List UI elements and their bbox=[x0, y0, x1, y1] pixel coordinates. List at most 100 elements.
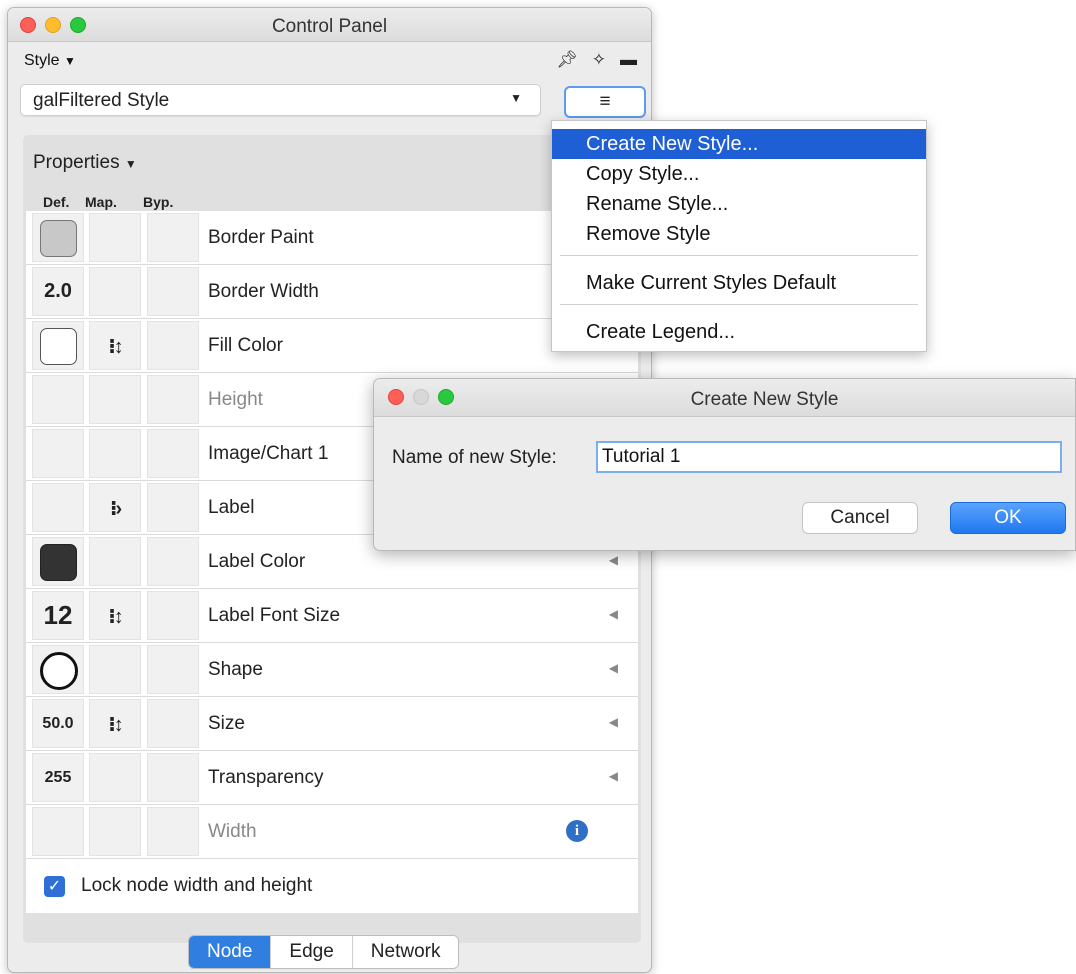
create-new-style-dialog: Create New Style Name of new Style: Canc… bbox=[373, 378, 1076, 551]
menu-item-create-new-style[interactable]: Create New Style... bbox=[552, 129, 926, 159]
pin-icon[interactable]: 📌︎ bbox=[556, 50, 578, 70]
color-swatch bbox=[40, 220, 77, 257]
title-bar[interactable]: Control Panel bbox=[8, 8, 651, 42]
cancel-button[interactable]: Cancel bbox=[802, 502, 918, 534]
property-label: Shape bbox=[208, 659, 263, 680]
minimize-button bbox=[413, 389, 429, 405]
color-swatch bbox=[40, 544, 77, 581]
mapping-cell[interactable]: ⁝↕ bbox=[89, 699, 141, 748]
default-cell[interactable]: 2.0 bbox=[32, 267, 84, 316]
col-def: Def. bbox=[43, 194, 70, 210]
default-cell[interactable] bbox=[32, 645, 84, 694]
default-cell[interactable] bbox=[32, 321, 84, 370]
mapping-cell[interactable] bbox=[89, 753, 141, 802]
default-cell[interactable] bbox=[32, 429, 84, 478]
menu-item-remove-style[interactable]: Remove Style bbox=[552, 219, 926, 249]
lock-checkbox[interactable]: ✓ bbox=[44, 876, 65, 897]
menu-item-create-legend[interactable]: Create Legend... bbox=[552, 317, 926, 347]
caret-left-icon: ◀ bbox=[608, 607, 618, 621]
properties-label: Properties bbox=[33, 152, 120, 173]
property-label: Transparency bbox=[208, 767, 324, 788]
property-label: Size bbox=[208, 713, 245, 734]
property-label: Label Color bbox=[208, 551, 306, 572]
mapping-cell[interactable] bbox=[89, 429, 141, 478]
menu-item-rename-style[interactable]: Rename Style... bbox=[552, 189, 926, 219]
bypass-cell[interactable] bbox=[147, 753, 199, 802]
default-cell[interactable]: 12 bbox=[32, 591, 84, 640]
default-cell[interactable] bbox=[32, 537, 84, 586]
col-byp: Byp. bbox=[143, 194, 174, 210]
bypass-cell[interactable] bbox=[147, 483, 199, 532]
style-dropdown[interactable]: Style ▼ bbox=[24, 52, 76, 70]
tab-network[interactable]: Network bbox=[352, 936, 459, 968]
ellipse-shape-icon bbox=[40, 652, 78, 690]
property-row-shape[interactable]: Shape ◀ bbox=[26, 643, 638, 697]
continuous-mapping-icon: ⁝↕ bbox=[108, 336, 124, 358]
bypass-cell[interactable] bbox=[147, 267, 199, 316]
default-cell[interactable] bbox=[32, 483, 84, 532]
dialog-title-bar[interactable]: Create New Style bbox=[374, 379, 1075, 417]
default-cell[interactable] bbox=[32, 213, 84, 262]
bypass-cell[interactable] bbox=[147, 645, 199, 694]
property-row-transparency[interactable]: 255 Transparency ◀ bbox=[26, 751, 638, 805]
bypass-cell[interactable] bbox=[147, 321, 199, 370]
zoom-button[interactable] bbox=[438, 389, 454, 405]
property-label: Border Width bbox=[208, 281, 319, 302]
menu-item-copy-style[interactable]: Copy Style... bbox=[552, 159, 926, 189]
property-row-border-paint[interactable]: Border Paint bbox=[26, 211, 638, 265]
object-type-tabs: Node Edge Network bbox=[188, 935, 460, 969]
property-label: Label Font Size bbox=[208, 605, 341, 626]
mapping-cell[interactable] bbox=[89, 213, 141, 262]
bypass-cell[interactable] bbox=[147, 699, 199, 748]
mapping-cell[interactable] bbox=[89, 645, 141, 694]
style-name-label: Name of new Style: bbox=[392, 447, 557, 468]
mapping-cell[interactable] bbox=[89, 267, 141, 316]
property-label: Label bbox=[208, 497, 255, 518]
property-row-fill-color[interactable]: ⁝↕ Fill Color bbox=[26, 319, 638, 373]
default-value: 50.0 bbox=[42, 715, 74, 732]
property-row-size[interactable]: 50.0 ⁝↕ Size ◀ bbox=[26, 697, 638, 751]
close-button[interactable] bbox=[388, 389, 404, 405]
default-cell bbox=[32, 807, 84, 856]
property-row-label-font-size[interactable]: 12 ⁝↕ Label Font Size ◀ bbox=[26, 589, 638, 643]
bypass-cell bbox=[147, 807, 199, 856]
style-panel-header: Style ▼ 📌︎ ✧ ▬ bbox=[8, 42, 651, 80]
style-selector[interactable]: galFiltered Style ▼ bbox=[20, 84, 541, 116]
bypass-cell[interactable] bbox=[147, 537, 199, 586]
property-label: Fill Color bbox=[208, 335, 283, 356]
float-icon[interactable]: ✧ bbox=[592, 50, 606, 70]
col-map: Map. bbox=[85, 194, 117, 210]
menu-separator bbox=[560, 255, 918, 256]
window-title: Control Panel bbox=[271, 16, 388, 37]
bypass-cell bbox=[147, 375, 199, 424]
property-label: Width bbox=[208, 821, 257, 842]
color-swatch bbox=[40, 328, 77, 365]
tab-node[interactable]: Node bbox=[189, 936, 272, 968]
tab-edge[interactable]: Edge bbox=[271, 936, 353, 968]
bypass-cell[interactable] bbox=[147, 213, 199, 262]
mapping-cell[interactable]: ⁝↕ bbox=[89, 591, 141, 640]
mapping-cell[interactable]: ⁝↕ bbox=[89, 321, 141, 370]
info-icon[interactable]: i bbox=[566, 820, 588, 842]
continuous-mapping-icon: ⁝↕ bbox=[108, 606, 124, 628]
menu-item-make-default[interactable]: Make Current Styles Default bbox=[552, 268, 926, 298]
default-cell[interactable]: 50.0 bbox=[32, 699, 84, 748]
style-name-input[interactable] bbox=[596, 441, 1062, 473]
property-row-border-width[interactable]: 2.0 Border Width bbox=[26, 265, 638, 319]
style-options-popup-menu: Create New Style... Copy Style... Rename… bbox=[551, 120, 927, 352]
style-options-menu-button[interactable]: ≡ bbox=[564, 86, 646, 118]
caret-left-icon: ◀ bbox=[608, 661, 618, 675]
chevron-down-icon: ▼ bbox=[510, 91, 522, 105]
bypass-cell[interactable] bbox=[147, 429, 199, 478]
mapping-cell[interactable] bbox=[89, 537, 141, 586]
lock-size-row: ✓ Lock node width and height bbox=[26, 859, 638, 913]
bypass-cell[interactable] bbox=[147, 591, 199, 640]
caret-left-icon: ◀ bbox=[608, 769, 618, 783]
menu-separator bbox=[560, 304, 918, 305]
property-row-width[interactable]: Width i bbox=[26, 805, 638, 859]
ok-button[interactable]: OK bbox=[950, 502, 1066, 534]
mapping-cell[interactable]: ⁝› bbox=[89, 483, 141, 532]
minimize-panel-icon[interactable]: ▬ bbox=[620, 50, 637, 70]
properties-dropdown[interactable]: Properties ▼ bbox=[33, 152, 137, 174]
default-cell[interactable]: 255 bbox=[32, 753, 84, 802]
